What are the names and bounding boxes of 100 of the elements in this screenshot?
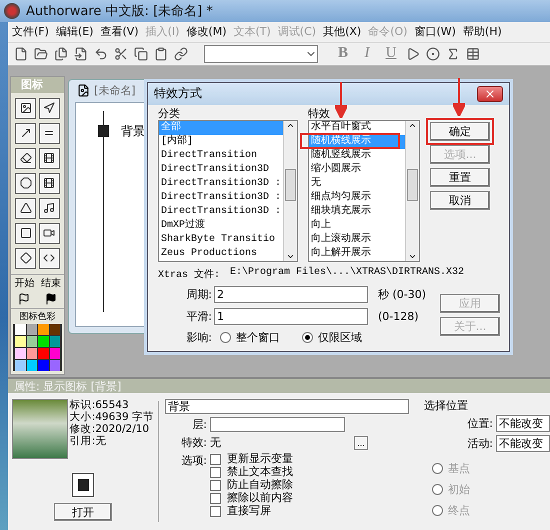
flow-icon-label: 背景 xyxy=(121,122,145,140)
color-swatch[interactable] xyxy=(15,360,26,371)
scroll-thumb[interactable] xyxy=(285,168,296,201)
color-swatch[interactable] xyxy=(38,360,48,371)
link-icon[interactable] xyxy=(174,46,188,61)
dropdown[interactable]: 不能改变 xyxy=(496,435,550,452)
video-icon[interactable] xyxy=(38,222,60,244)
font-dropdown[interactable] xyxy=(204,44,318,63)
list-item[interactable]: 缩小圆展示 xyxy=(309,162,405,177)
checkbox-option[interactable]: 更新显示变量 xyxy=(210,453,293,466)
new-file-icon[interactable] xyxy=(14,46,28,61)
target-icon[interactable] xyxy=(426,46,440,61)
menu-item[interactable]: 修改(M) xyxy=(186,24,226,40)
color-swatch[interactable] xyxy=(50,324,60,335)
color-swatch[interactable] xyxy=(15,324,26,335)
table-icon[interactable] xyxy=(466,46,480,61)
eraser-icon[interactable] xyxy=(15,148,36,169)
square-icon[interactable] xyxy=(15,222,36,244)
files-icon[interactable] xyxy=(54,46,68,61)
radio-button[interactable]: 仅限区域 xyxy=(302,330,362,345)
menu-item[interactable]: 查看(V) xyxy=(100,24,139,40)
name-field[interactable]: 背景 xyxy=(165,399,409,414)
list-item[interactable]: 向上 xyxy=(309,218,405,233)
menu-item[interactable]: 窗口(W) xyxy=(414,24,456,40)
end-label: 结束 xyxy=(40,276,61,290)
film-icon[interactable] xyxy=(38,172,60,194)
display-icon[interactable] xyxy=(98,125,109,138)
list-item[interactable]: [内部] xyxy=(159,134,283,149)
menu-item[interactable]: 文件(F) xyxy=(12,24,49,40)
file-icon[interactable] xyxy=(74,46,88,61)
list-item[interactable]: 细块填充展示 xyxy=(309,204,405,219)
color-swatch[interactable] xyxy=(38,336,48,347)
list-item[interactable]: Zeus Productions xyxy=(159,246,283,261)
input-field[interactable]: 1 xyxy=(214,308,368,325)
color-swatch[interactable] xyxy=(26,336,37,347)
browse-button[interactable]: ... xyxy=(354,436,368,450)
info-text: 引用:无 xyxy=(70,435,108,448)
color-swatch[interactable] xyxy=(26,360,37,371)
list-item[interactable]: 向上滚动展示 xyxy=(309,232,405,247)
play-icon[interactable] xyxy=(406,46,420,61)
color-swatch[interactable] xyxy=(50,348,60,359)
flag-icon[interactable] xyxy=(18,292,30,305)
menu-item[interactable]: 编辑(E) xyxy=(56,24,94,40)
list-item[interactable]: DirectTransition3D : xyxy=(159,176,283,191)
folder-icon[interactable] xyxy=(34,46,48,61)
close-icon[interactable] xyxy=(484,88,496,100)
scrollbar[interactable] xyxy=(405,120,419,261)
list-item[interactable]: DmXP过渡 xyxy=(159,218,283,233)
list-item[interactable]: DirectTransition3D xyxy=(159,162,283,177)
window-icon xyxy=(77,84,90,98)
checkbox-option[interactable]: 直接写屏 xyxy=(210,505,293,518)
layer-field[interactable] xyxy=(210,417,345,432)
film-icon[interactable] xyxy=(38,148,60,169)
dropdown[interactable]: 不能改变 xyxy=(496,415,550,432)
info-text: 大小:49639 字节 xyxy=(70,411,154,424)
cut-icon[interactable] xyxy=(114,46,128,61)
scroll-thumb[interactable] xyxy=(407,168,418,201)
color-swatch[interactable] xyxy=(50,336,60,347)
undo-icon[interactable] xyxy=(94,46,108,61)
flag-icon[interactable] xyxy=(44,292,57,305)
list-item[interactable]: DirectTransition xyxy=(159,148,283,163)
music-icon[interactable] xyxy=(38,198,60,219)
list-item[interactable]: DirectTransition3D : xyxy=(159,190,283,205)
display-icon xyxy=(72,473,94,498)
field-label: 活动: xyxy=(467,437,493,450)
equals-icon[interactable] xyxy=(38,122,60,144)
function-icon[interactable] xyxy=(446,46,460,61)
list-label: 分类 xyxy=(158,106,181,120)
list-item[interactable]: 向上解开展示 xyxy=(309,246,405,261)
list-item[interactable]: 无 xyxy=(309,176,405,191)
open-button[interactable]: 打开 xyxy=(54,503,112,522)
close-button[interactable] xyxy=(477,86,503,102)
input-field[interactable]: 2 xyxy=(214,286,368,303)
radio-button[interactable]: 整个窗口 xyxy=(220,330,280,345)
picture-icon[interactable] xyxy=(15,98,36,119)
color-swatch[interactable] xyxy=(15,336,26,347)
checkbox-option[interactable]: 防止自动擦除 xyxy=(210,479,293,492)
menu-item[interactable]: 其他(X) xyxy=(323,24,362,40)
color-swatch[interactable] xyxy=(15,348,26,359)
color-swatch[interactable] xyxy=(26,324,37,335)
color-swatch[interactable] xyxy=(26,348,37,359)
list-item[interactable]: DirectTransition3D : xyxy=(159,204,283,219)
checkbox-option[interactable]: 擦除以前内容 xyxy=(210,492,293,504)
code-icon[interactable] xyxy=(38,248,60,269)
paste-icon[interactable] xyxy=(154,46,168,61)
color-swatch[interactable] xyxy=(38,324,48,335)
dialog-button[interactable]: 确定 xyxy=(430,122,490,141)
dialog-button[interactable]: 取消 xyxy=(430,190,490,210)
list-item[interactable]: 随机竖线展示 xyxy=(309,148,405,163)
list-label: 特效 xyxy=(308,106,331,120)
dialog-button[interactable]: 重置 xyxy=(430,168,490,187)
menu-item[interactable]: 帮助(H) xyxy=(462,24,502,40)
properties-title: 属性: 显示图标 [背景] xyxy=(8,379,550,394)
list-item[interactable]: 细点均匀展示 xyxy=(309,190,405,205)
color-swatch[interactable] xyxy=(38,348,48,359)
color-swatch[interactable] xyxy=(50,360,60,371)
copy-icon[interactable] xyxy=(134,46,148,61)
list-item[interactable]: SharkByte Transitio xyxy=(159,232,283,247)
checkbox-option[interactable]: 禁止文本查找 xyxy=(210,466,293,478)
scrollbar[interactable] xyxy=(283,120,297,261)
